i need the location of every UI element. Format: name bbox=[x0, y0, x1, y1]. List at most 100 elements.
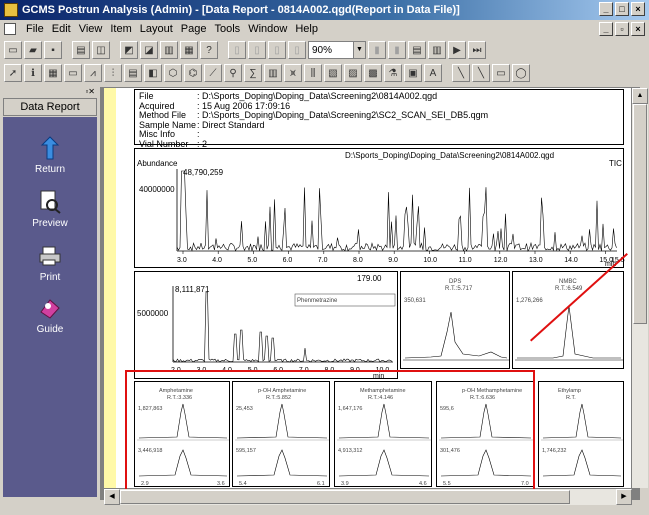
info-value: : Direct Standard bbox=[197, 119, 265, 130]
child-close-button[interactable]: × bbox=[631, 22, 645, 36]
print-icon[interactable]: ▤ bbox=[72, 41, 90, 59]
print-icon bbox=[36, 243, 64, 269]
layout-a-icon[interactable]: ◩ bbox=[120, 41, 138, 59]
app-icon bbox=[4, 3, 18, 17]
new-icon[interactable]: ▭ bbox=[4, 41, 22, 59]
compound-icon[interactable]: ⬡ bbox=[164, 64, 182, 82]
grid-icon[interactable]: ▦ bbox=[180, 41, 198, 59]
child-minimize-button[interactable]: _ bbox=[599, 22, 613, 36]
ion-chart-icon[interactable]: ⫼ bbox=[304, 64, 322, 82]
page-first-icon[interactable]: ▮ bbox=[368, 41, 386, 59]
tic-tick-label: 12.0 bbox=[494, 257, 508, 264]
ellipse-icon[interactable]: ◯ bbox=[512, 64, 530, 82]
report-icon[interactable]: ▩ bbox=[364, 64, 382, 82]
rectangle-icon[interactable]: ▭ bbox=[492, 64, 510, 82]
align-right-icon[interactable]: ▯ bbox=[268, 41, 286, 59]
calibration-icon[interactable]: ⟋ bbox=[204, 64, 222, 82]
preview-icon bbox=[36, 189, 64, 215]
tic-tag: TIC bbox=[609, 159, 622, 168]
flask-icon[interactable]: ⚗ bbox=[384, 64, 402, 82]
print-preview-icon[interactable]: ◫ bbox=[92, 41, 110, 59]
tic-tick-label: 3.0 bbox=[177, 257, 187, 264]
peak-table-icon[interactable]: ▤ bbox=[124, 64, 142, 82]
text-icon[interactable]: A bbox=[424, 64, 442, 82]
window-controls: _ □ × bbox=[599, 2, 645, 16]
horizontal-scrollbar[interactable]: ◀ ▶ bbox=[104, 489, 632, 505]
close-button[interactable]: × bbox=[631, 2, 645, 16]
menu-layout[interactable]: Layout bbox=[140, 23, 173, 35]
mini-chromatogram-dps[interactable]: DPS R.T.:5.717 350,631 bbox=[400, 271, 510, 369]
page-next-icon[interactable]: ▶ bbox=[448, 41, 466, 59]
align-center-icon[interactable]: ▯ bbox=[248, 41, 266, 59]
highlight-rectangle bbox=[125, 370, 535, 494]
mini-rt: R.T.:6.549 bbox=[555, 286, 583, 292]
line-segment-icon[interactable]: ╲ bbox=[472, 64, 490, 82]
tic-path: D:\Sports_Doping\Doping_Data\Screening2\… bbox=[345, 151, 554, 160]
menu-view[interactable]: View bbox=[79, 23, 103, 35]
search-icon[interactable]: ⚲ bbox=[224, 64, 242, 82]
align-left-icon[interactable]: ▯ bbox=[228, 41, 246, 59]
chromatogram-item-icon[interactable]: ⩘ bbox=[84, 64, 102, 82]
menu-file[interactable]: File bbox=[26, 23, 44, 35]
page-thumb-icon[interactable]: ▥ bbox=[428, 41, 446, 59]
file-info-box[interactable]: File: D:\Sports_Doping\Doping_Data\Scree… bbox=[134, 89, 624, 148]
page-last-icon[interactable]: ⏭ bbox=[468, 41, 486, 59]
help-icon[interactable]: ? bbox=[200, 41, 218, 59]
scroll-right-icon[interactable]: ▶ bbox=[616, 489, 632, 505]
library-icon[interactable]: ▨ bbox=[344, 64, 362, 82]
page-setup-icon[interactable]: ▥ bbox=[160, 41, 178, 59]
menu-tools[interactable]: Tools bbox=[215, 23, 241, 35]
sidebar-item-guide[interactable]: Guide bbox=[3, 295, 97, 335]
mini-chromatogram-ethylamp[interactable]: Ethylamp R.T. 1,746,232 bbox=[538, 381, 624, 487]
mini-chromatogram-nmbc[interactable]: NMBC R.T.:6.549 1,276,266 bbox=[512, 271, 624, 369]
menu-item[interactable]: Item bbox=[110, 23, 131, 35]
mini-name: NMBC bbox=[559, 279, 577, 285]
info-item-icon[interactable]: ℹ bbox=[24, 64, 42, 82]
vertical-scroll-thumb[interactable] bbox=[633, 104, 647, 324]
mini-plot: Ethylamp R.T. 1,746,232 bbox=[541, 388, 623, 477]
save-icon[interactable]: ▪ bbox=[44, 41, 62, 59]
sidebar-item-label: Return bbox=[34, 164, 65, 175]
maximize-button[interactable]: □ bbox=[615, 2, 629, 16]
sidebar-close-icon[interactable]: ▫✕ bbox=[85, 87, 95, 96]
scroll-left-icon[interactable]: ◀ bbox=[104, 489, 120, 505]
quant-icon[interactable]: ∑ bbox=[244, 64, 262, 82]
spectrum-item-icon[interactable]: ⫶ bbox=[104, 64, 122, 82]
open-icon[interactable]: ▰ bbox=[24, 41, 42, 59]
vertical-scrollbar[interactable]: ▲ bbox=[632, 88, 648, 488]
multi-chromatogram-icon[interactable]: ⩙ bbox=[284, 64, 302, 82]
tic-ytick: 40000000 bbox=[139, 185, 175, 194]
menu-window[interactable]: Window bbox=[248, 23, 287, 35]
scroll-up-icon[interactable]: ▲ bbox=[632, 88, 648, 104]
layout-b-icon[interactable]: ◪ bbox=[140, 41, 158, 59]
sidebar-item-preview[interactable]: Preview bbox=[3, 189, 97, 229]
bar-chart-icon[interactable]: ▥ bbox=[264, 64, 282, 82]
minimize-button[interactable]: _ bbox=[599, 2, 613, 16]
line-icon[interactable]: ╲ bbox=[452, 64, 470, 82]
distribute-icon[interactable]: ▯ bbox=[288, 41, 306, 59]
menu-page[interactable]: Page bbox=[181, 23, 207, 35]
sub-ytick: 5000000 bbox=[137, 309, 169, 318]
horizontal-scroll-thumb[interactable] bbox=[120, 490, 570, 504]
child-restore-button[interactable]: ▫ bbox=[615, 22, 629, 36]
table-item-icon[interactable]: ▦ bbox=[44, 64, 62, 82]
sidebar-title: Data Report bbox=[3, 98, 97, 116]
sidebar-item-return[interactable]: Return bbox=[3, 135, 97, 175]
toolbar-standard: ▭ ▰ ▪ ▤ ◫ ◩ ◪ ▥ ▦ ? ▯ ▯ ▯ ▯ 90% ▼ ▮ ▮ ▤ ▥… bbox=[0, 39, 649, 61]
menu-edit[interactable]: Edit bbox=[52, 23, 71, 35]
similarity-icon[interactable]: ◧ bbox=[144, 64, 162, 82]
tic-chromatogram[interactable]: D:\Sports_Doping\Doping_Data\Screening2\… bbox=[134, 148, 625, 268]
sub-chromatogram[interactable]: 179.00 8,111,871 5000000 Phenmetrazine 2… bbox=[134, 271, 398, 380]
page-view-icon[interactable]: ▤ bbox=[408, 41, 426, 59]
mass-chart-icon[interactable]: ▧ bbox=[324, 64, 342, 82]
menu-help[interactable]: Help bbox=[295, 23, 318, 35]
tic-tick-label: 6.0 bbox=[283, 257, 293, 264]
zoom-select[interactable]: 90% ▼ bbox=[308, 41, 366, 59]
pointer-icon[interactable]: ➚ bbox=[4, 64, 22, 82]
image-icon[interactable]: ▣ bbox=[404, 64, 422, 82]
tic-tick-label: 4.0 bbox=[212, 257, 222, 264]
page-prev-icon[interactable]: ▮ bbox=[388, 41, 406, 59]
frame-item-icon[interactable]: ▭ bbox=[64, 64, 82, 82]
sidebar-item-print[interactable]: Print bbox=[3, 243, 97, 283]
structure-icon[interactable]: ⌬ bbox=[184, 64, 202, 82]
